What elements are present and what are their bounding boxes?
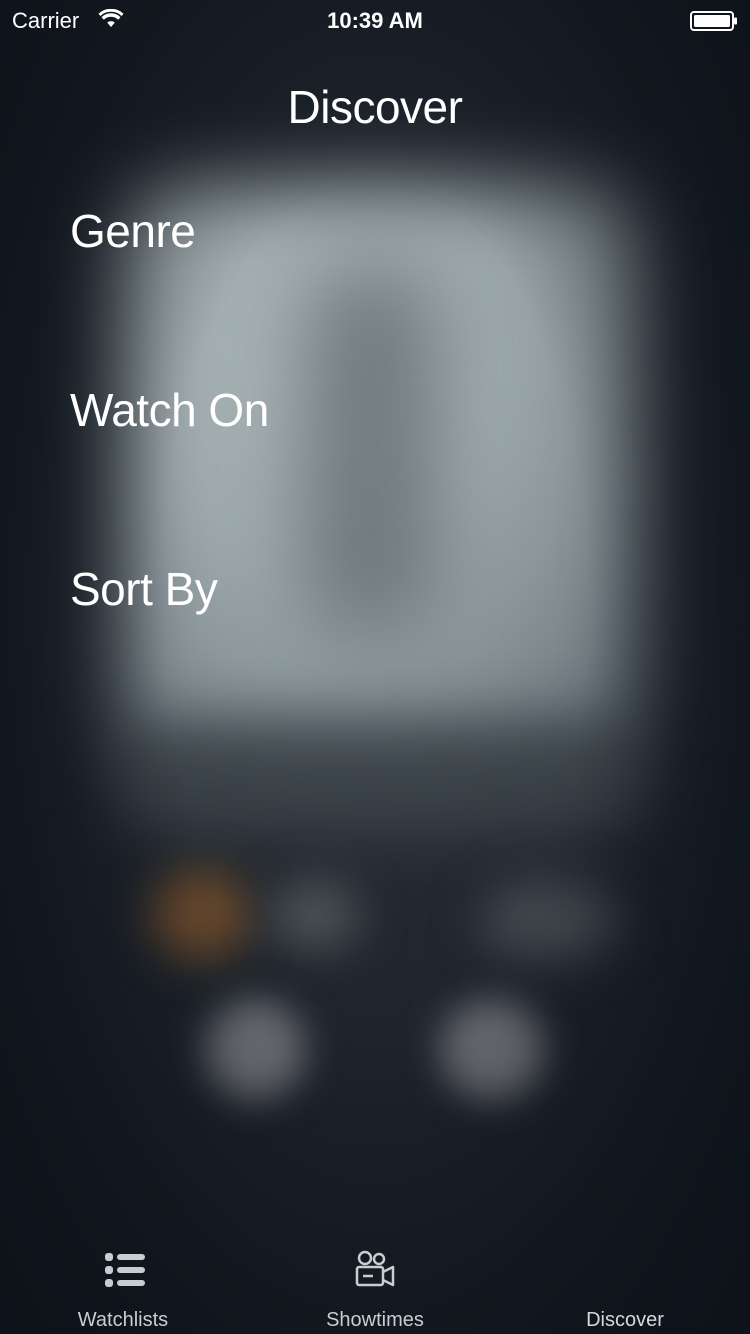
menu-item-watch-on[interactable]: Watch On: [70, 383, 269, 437]
tab-label-watchlists: Watchlists: [77, 1309, 169, 1331]
tab-label-showtimes: Showtimes: [326, 1309, 424, 1331]
menu-item-genre[interactable]: Genre: [70, 204, 196, 258]
tab-bar: Watchlists Showtimes Discover: [0, 1236, 750, 1334]
tab-showtimes[interactable]: Showtimes: [250, 1236, 500, 1334]
tab-discover[interactable]: Discover: [500, 1236, 750, 1334]
list-icon: [105, 1253, 145, 1287]
status-bar: Carrier 10:39 AM: [0, 0, 750, 40]
movie-camera-icon: [355, 1250, 395, 1287]
tab-label-discover: Discover: [586, 1309, 664, 1331]
clock: 10:39 AM: [327, 8, 423, 33]
tab-watchlists[interactable]: Watchlists: [0, 1236, 250, 1334]
battery-icon: [690, 11, 737, 31]
discover-screen: Carrier 10:39 AM Discover Genre Watch On…: [0, 0, 750, 1334]
menu-item-sort-by[interactable]: Sort By: [70, 562, 218, 616]
blurred-background: [0, 0, 750, 1334]
page-title: Discover: [287, 81, 463, 133]
